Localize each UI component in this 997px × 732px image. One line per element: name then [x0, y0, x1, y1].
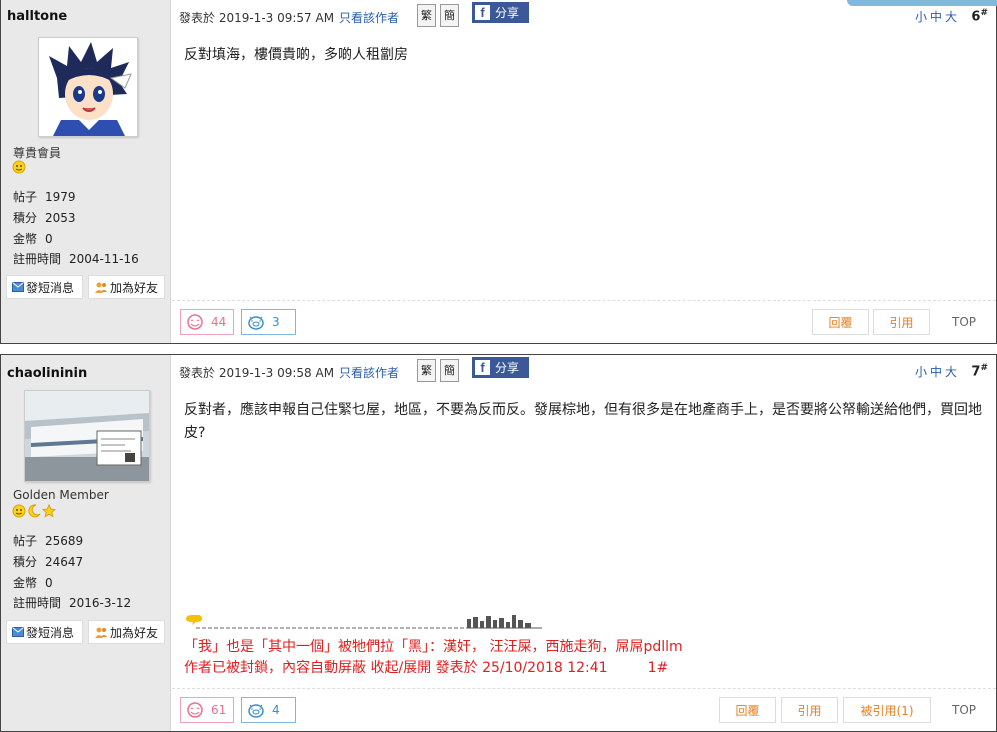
like-face-icon [187, 314, 203, 330]
simplified-chinese-button[interactable]: 簡 [440, 359, 459, 382]
star-rank-icon [42, 504, 56, 518]
add-friend-icon [95, 627, 107, 638]
post-footer: 44 3 回覆 引用 TOP [172, 300, 996, 336]
post-timestamp: 發表於 2019-1-3 09:58 AM [179, 366, 335, 380]
send-message-button[interactable]: 發短消息 [6, 620, 83, 644]
signature-line: 作者已被封鎖，內容自動屏蔽 收起/展開 發表於 25/10/2018 12:41… [184, 660, 669, 676]
post-floor-7: chaolininin Golden Member 帖子 25689 積分 24… [0, 354, 997, 732]
post-content: 反對者，應該申報自己住緊乜屋，地區，不要為反而反。發展棕地，但有很多是在地產商手… [184, 402, 982, 441]
reply-button[interactable]: 回覆 [812, 309, 869, 335]
stat-posts: 帖子 1979 [13, 190, 76, 204]
facebook-icon: f [475, 360, 490, 375]
add-friend-button[interactable]: 加為好友 [88, 275, 165, 299]
anime-avatar-image [39, 38, 137, 136]
pig-face-icon [248, 704, 264, 718]
author-avatar[interactable] [24, 390, 150, 482]
traditional-chinese-button[interactable]: 繁 [417, 359, 436, 382]
header-tab-decoration [847, 0, 997, 6]
post-header: 發表於 2019-1-3 09:58 AM 只看該作者 繁 簡 f 分享 小中大… [179, 355, 996, 389]
envelope-icon [12, 282, 24, 292]
signature-line: 「我」也是「其中一個」被牠們拉「黑」：漢奸， 汪汪屎，西施走狗，屌屌pdllm [184, 639, 683, 655]
author-username[interactable]: chaolininin [7, 366, 87, 381]
like-button[interactable]: 44 [180, 309, 234, 335]
simplified-chinese-button[interactable]: 簡 [440, 4, 459, 27]
dislike-button[interactable]: 4 [241, 697, 296, 723]
floor-number[interactable]: 7# [971, 363, 988, 379]
author-rank: Golden Member [13, 488, 109, 502]
like-button[interactable]: 61 [180, 697, 234, 723]
author-rank: 尊貴會員 [13, 146, 62, 160]
floor-number[interactable]: 6# [971, 8, 988, 24]
author-sidebar: chaolininin Golden Member 帖子 25689 積分 24… [1, 355, 171, 731]
stat-registered: 註冊時間 2004-11-16 [13, 252, 139, 266]
smiley-rank-icon [12, 160, 26, 174]
envelope-icon [12, 627, 24, 637]
quote-button[interactable]: 引用 [873, 309, 930, 335]
back-to-top-button[interactable]: TOP [934, 697, 994, 723]
font-size-switcher[interactable]: 小中大 [915, 8, 960, 25]
signature-divider [186, 615, 542, 629]
stat-registered: 註冊時間 2016-3-12 [13, 596, 132, 610]
facebook-share-button[interactable]: f 分享 [472, 357, 529, 378]
only-author-link[interactable]: 只看該作者 [339, 364, 399, 381]
quote-button[interactable]: 引用 [781, 697, 838, 723]
send-message-button[interactable]: 發短消息 [6, 275, 83, 299]
train-photo-image [25, 391, 149, 481]
reply-button[interactable]: 回覆 [719, 697, 776, 723]
quoted-by-button[interactable]: 被引用(1) [843, 697, 931, 723]
like-face-icon [187, 702, 203, 718]
add-friend-icon [95, 282, 107, 293]
pig-face-icon [248, 316, 264, 330]
post-timestamp: 發表於 2019-1-3 09:57 AM [179, 11, 335, 25]
author-sidebar: halltone 尊貴會員 帖子 1979 積分 2053 金幣 0 註冊時間 … [1, 0, 171, 343]
add-friend-button[interactable]: 加為好友 [88, 620, 165, 644]
post-floor-6: halltone 尊貴會員 帖子 1979 積分 2053 金幣 0 註冊時間 … [0, 0, 997, 344]
post-content: 反對填海，樓價貴啲，多啲人租劏房 [184, 47, 408, 63]
facebook-share-button[interactable]: f 分享 [472, 2, 529, 23]
stat-coins: 金幣 0 [13, 576, 53, 590]
facebook-icon: f [475, 5, 490, 20]
smiley-rank-icon [12, 504, 26, 518]
author-username[interactable]: halltone [7, 9, 67, 24]
moon-rank-icon [28, 504, 41, 518]
only-author-link[interactable]: 只看該作者 [339, 9, 399, 26]
stat-posts: 帖子 25689 [13, 534, 84, 548]
post-footer: 61 4 回覆 引用 被引用(1) TOP [172, 688, 996, 724]
user-signature: 「我」也是「其中一個」被牠們拉「黑」：漢奸， 汪汪屎，西施走狗，屌屌pdllm … [184, 637, 784, 679]
font-size-switcher[interactable]: 小中大 [915, 363, 960, 380]
author-avatar[interactable] [38, 37, 138, 137]
stat-coins: 金幣 0 [13, 232, 53, 246]
dislike-button[interactable]: 3 [241, 309, 296, 335]
traditional-chinese-button[interactable]: 繁 [417, 4, 436, 27]
stat-points: 積分 24647 [13, 555, 84, 569]
rank-stars [12, 160, 26, 174]
rank-stars [12, 504, 56, 518]
back-to-top-button[interactable]: TOP [934, 309, 994, 335]
stat-points: 積分 2053 [13, 211, 76, 225]
